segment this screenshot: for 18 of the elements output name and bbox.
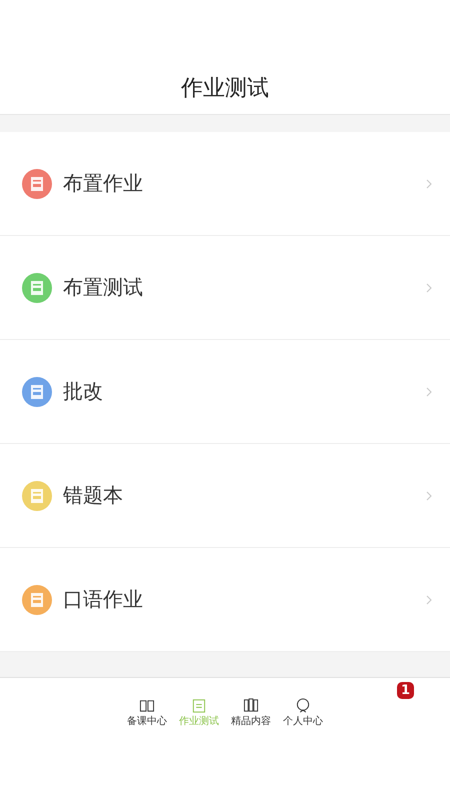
chevron-icon	[426, 386, 432, 396]
book-icon	[139, 698, 155, 713]
chevron-icon	[426, 282, 432, 292]
menu-item[interactable]: 批改	[0, 340, 450, 444]
tab[interactable]: 个人中心	[278, 698, 328, 728]
tab[interactable]: 精品内容	[226, 698, 276, 728]
page-title: 作业测试	[181, 75, 269, 103]
menu-item[interactable]: 布置测试	[0, 236, 450, 340]
menu-item[interactable]: 错题本	[0, 444, 450, 548]
notification-badge: 1	[397, 682, 414, 699]
menu-item[interactable]: 布置作业	[0, 132, 450, 236]
clipboard-icon	[191, 698, 207, 713]
books-icon	[243, 698, 259, 713]
person-icon	[295, 698, 311, 713]
chevron-icon	[426, 178, 432, 188]
tab[interactable]: 备课中心	[122, 698, 172, 728]
chevron-icon	[426, 490, 432, 500]
chevron-icon	[426, 594, 432, 604]
